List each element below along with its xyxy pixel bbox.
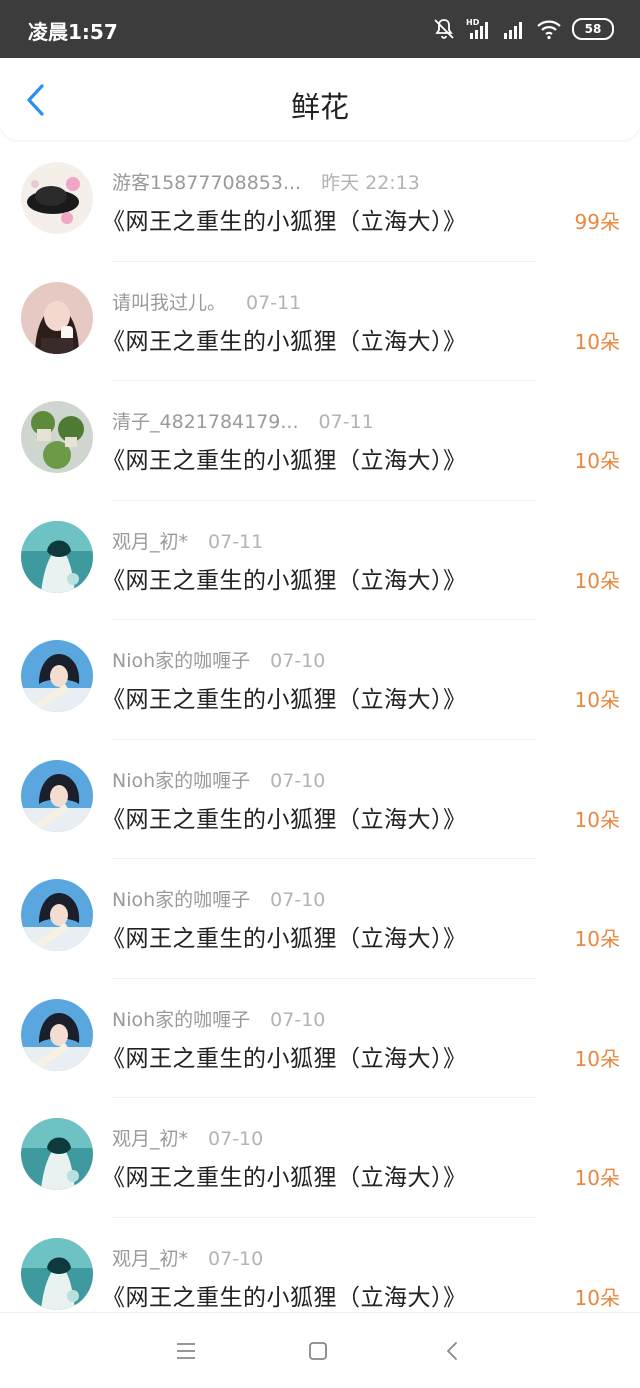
- timestamp: 07-10: [208, 1128, 264, 1150]
- username[interactable]: 观月_初*: [112, 1248, 188, 1270]
- list-item[interactable]: 观月_初* 07-10 《网王之重生的小狐狸（立海大）》 10朵: [0, 1218, 640, 1313]
- back-triangle-icon: [447, 1342, 457, 1360]
- book-title[interactable]: 《网王之重生的小狐狸（立海大）》: [102, 202, 467, 236]
- flower-count: 10朵: [574, 1166, 620, 1190]
- battery-icon: 58: [572, 18, 614, 40]
- wifi-icon: [537, 20, 561, 40]
- menu-button[interactable]: [172, 1337, 200, 1365]
- avatar[interactable]: [21, 162, 93, 234]
- battery-level: 58: [584, 22, 602, 36]
- menu-icon: [177, 1343, 195, 1359]
- flower-count: 10朵: [574, 1046, 620, 1071]
- list-item[interactable]: 游客15877708853... 昨天 22:13 《网王之重生的小狐狸（立海大）》…: [0, 142, 640, 262]
- timestamp: 07-10: [270, 889, 326, 911]
- book-title[interactable]: 《网王之重生的小狐狸（立海大）》: [102, 1039, 467, 1073]
- status-bar: 凌晨1:57 HD 58: [0, 0, 640, 58]
- book-title[interactable]: 《网王之重生的小狐狸（立海大）》: [102, 1158, 467, 1192]
- avatar[interactable]: [21, 281, 93, 354]
- hd-signal-icon: HD: [466, 18, 488, 39]
- mute-icon: [434, 19, 454, 39]
- app-bar: 鲜花: [0, 58, 640, 140]
- username[interactable]: Nioh家的咖喱子: [112, 889, 250, 911]
- list-item[interactable]: Nioh家的咖喱子 07-10 《网王之重生的小狐狸（立海大）》 10朵: [0, 740, 640, 860]
- item-meta: Nioh家的咖喱子 07-10: [112, 646, 325, 673]
- item-meta: Nioh家的咖喱子 07-10: [112, 1005, 325, 1032]
- flower-count: 10朵: [574, 688, 620, 712]
- flower-count: 10朵: [574, 568, 620, 593]
- book-title[interactable]: 《网王之重生的小狐狸（立海大）》: [102, 322, 467, 356]
- home-button[interactable]: [304, 1337, 332, 1365]
- timestamp: 昨天 22:13: [321, 172, 420, 194]
- flower-count: 10朵: [574, 1285, 620, 1310]
- username[interactable]: Nioh家的咖喱子: [112, 1009, 250, 1031]
- book-title[interactable]: 《网王之重生的小狐狸（立海大）》: [102, 441, 467, 475]
- book-title[interactable]: 《网王之重生的小狐狸（立海大）》: [102, 800, 467, 834]
- status-time: 凌晨1:57: [28, 20, 118, 44]
- item-meta: 清子_4821784179... 07-11: [112, 407, 374, 434]
- avatar[interactable]: [21, 640, 93, 712]
- flower-list[interactable]: 游客15877708853... 昨天 22:13 《网王之重生的小狐狸（立海大）》…: [0, 142, 640, 1312]
- item-meta: 观月_初* 07-10: [112, 1124, 263, 1151]
- avatar[interactable]: [21, 1237, 93, 1310]
- item-meta: 游客15877708853... 昨天 22:13: [112, 168, 420, 195]
- page-title: 鲜花: [290, 90, 349, 124]
- item-meta: Nioh家的咖喱子 07-10: [112, 766, 325, 793]
- avatar[interactable]: [21, 1118, 93, 1190]
- avatar[interactable]: [21, 401, 93, 473]
- flower-count: 10朵: [574, 329, 620, 354]
- book-title[interactable]: 《网王之重生的小狐狸（立海大）》: [102, 919, 467, 953]
- flower-count: 10朵: [574, 807, 620, 832]
- avatar[interactable]: [21, 520, 93, 593]
- username[interactable]: 观月_初*: [112, 531, 188, 553]
- svg-text:HD: HD: [466, 18, 480, 27]
- timestamp: 07-10: [270, 769, 326, 792]
- list-item[interactable]: Nioh家的咖喱子 07-10 《网王之重生的小狐狸（立海大）》 10朵: [0, 859, 640, 979]
- list-item[interactable]: 清子_4821784179... 07-11 《网王之重生的小狐狸（立海大）》 10朵: [0, 381, 640, 501]
- list-item[interactable]: 观月_初* 07-10 《网王之重生的小狐狸（立海大）》 10朵: [0, 1098, 640, 1218]
- username[interactable]: Nioh家的咖喱子: [112, 650, 250, 672]
- username[interactable]: 请叫我过儿。: [112, 292, 226, 314]
- timestamp: 07-11: [318, 411, 374, 433]
- list-item[interactable]: 请叫我过儿。 07-11 《网王之重生的小狐狸（立海大）》 10朵: [0, 262, 640, 382]
- username[interactable]: 清子_4821784179...: [112, 411, 299, 433]
- status-icons: HD 58: [432, 14, 614, 44]
- book-title[interactable]: 《网王之重生的小狐狸（立海大）》: [102, 561, 467, 595]
- book-title[interactable]: 《网王之重生的小狐狸（立海大）》: [102, 1278, 467, 1312]
- avatar[interactable]: [21, 998, 93, 1071]
- home-square-icon: [309, 1342, 327, 1360]
- item-meta: 观月_初* 07-11: [112, 527, 263, 554]
- nav-back-button[interactable]: [438, 1337, 466, 1365]
- flower-count: 10朵: [574, 449, 620, 473]
- avatar[interactable]: [21, 879, 93, 951]
- timestamp: 07-11: [208, 530, 264, 553]
- timestamp: 07-11: [246, 291, 302, 314]
- book-title[interactable]: 《网王之重生的小狐狸（立海大）》: [102, 680, 467, 714]
- username[interactable]: 观月_初*: [112, 1128, 188, 1150]
- avatar[interactable]: [21, 759, 93, 832]
- username[interactable]: 游客15877708853...: [112, 172, 301, 194]
- list-item[interactable]: Nioh家的咖喱子 07-10 《网王之重生的小狐狸（立海大）》 10朵: [0, 620, 640, 740]
- item-meta: 观月_初* 07-10: [112, 1244, 263, 1271]
- timestamp: 07-10: [270, 650, 326, 672]
- list-item[interactable]: 观月_初* 07-11 《网王之重生的小狐狸（立海大）》 10朵: [0, 501, 640, 621]
- list-item[interactable]: Nioh家的咖喱子 07-10 《网王之重生的小狐狸（立海大）》 10朵: [0, 979, 640, 1099]
- timestamp: 07-10: [208, 1247, 264, 1270]
- flower-count: 99朵: [574, 210, 620, 234]
- username[interactable]: Nioh家的咖喱子: [112, 770, 250, 792]
- system-nav-bar: [0, 1312, 640, 1388]
- timestamp: 07-10: [270, 1008, 326, 1031]
- flower-count: 10朵: [574, 927, 620, 951]
- item-meta: Nioh家的咖喱子 07-10: [112, 885, 325, 912]
- signal-icon: [504, 22, 522, 39]
- item-meta: 请叫我过儿。 07-11: [112, 288, 301, 315]
